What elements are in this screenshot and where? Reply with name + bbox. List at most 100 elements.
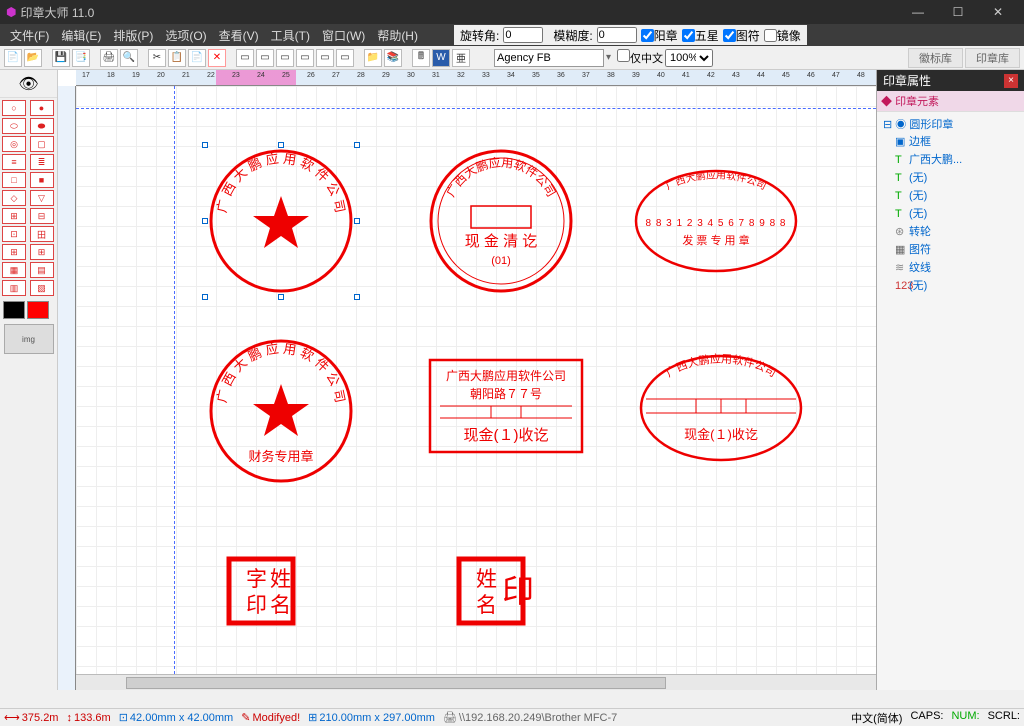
pal-layout3[interactable]: ▥ (2, 280, 26, 296)
pal-layout4[interactable]: ▧ (30, 280, 54, 296)
tb-align3-icon[interactable]: ▭ (276, 49, 294, 67)
tree-item[interactable]: 转轮 (909, 226, 931, 238)
menu-help[interactable]: 帮助(H) (371, 25, 424, 46)
pal-layout1[interactable]: ▦ (2, 262, 26, 278)
pal-grid1[interactable]: ⊞ (2, 208, 26, 224)
stamp-round-2[interactable]: 广西大鹏应用软件公司 现 金 清 讫 (01) (426, 146, 576, 296)
pal-grid3[interactable]: ⊡ (2, 226, 26, 242)
status-lang[interactable]: 中文(简体) (851, 710, 902, 726)
tb-word-icon[interactable]: W (432, 49, 450, 67)
menu-file[interactable]: 文件(F) (4, 25, 55, 46)
cb-mirror[interactable]: 镜像 (764, 27, 801, 44)
tree-item[interactable]: 边框 (909, 136, 931, 148)
tb-calc-icon[interactable]: 🖩 (412, 49, 430, 67)
tb-copy-icon[interactable]: 📋 (168, 49, 186, 67)
tb-lib-icon[interactable]: 📚 (384, 49, 402, 67)
pal-double-circle[interactable]: ◎ (2, 136, 26, 152)
menu-window[interactable]: 窗口(W) (316, 25, 371, 46)
cb-graphic[interactable]: 图符 (723, 27, 760, 44)
pal-grid4[interactable]: 田 (30, 226, 54, 242)
tb-folder-icon[interactable]: 📁 (364, 49, 382, 67)
pal-diamond[interactable]: ◇ (2, 190, 26, 206)
tree-item[interactable]: (无) (909, 172, 927, 184)
pal-grid2[interactable]: ⊟ (30, 208, 54, 224)
tree-item[interactable]: (无) (909, 280, 927, 292)
horizontal-ruler[interactable]: 1718192021222324252627282930313233343536… (76, 70, 876, 86)
zoom-select[interactable]: 100% (665, 49, 713, 67)
tb-align6-icon[interactable]: ▭ (336, 49, 354, 67)
stamp-oval-1[interactable]: 广西大鹏应用软件公司 8 8 3 1 2 3 4 5 6 7 8 9 8 8 发… (631, 166, 801, 276)
pal-square[interactable]: □ (2, 172, 26, 188)
status-pagesize: ⊞ 210.00mm x 297.00mm (308, 711, 435, 724)
horizontal-scrollbar[interactable] (76, 674, 876, 690)
tb-save-icon[interactable]: 💾 (52, 49, 70, 67)
cb-cnonly[interactable]: 仅中文 (617, 49, 663, 66)
menu-tools[interactable]: 工具(T) (265, 25, 316, 46)
canvas-area[interactable]: 1718192021222324252627282930313233343536… (58, 70, 876, 690)
tb-align5-icon[interactable]: ▭ (316, 49, 334, 67)
stamp-round-3[interactable]: 广 西 大 鹏 应 用 软 件 公 司 财务专用章 (206, 336, 356, 486)
stamp-round-1[interactable]: 广 西 大 鹏 应 用 软 件 公 司 (206, 146, 356, 296)
tb-paste-icon[interactable]: 📄 (188, 49, 206, 67)
status-width: ⟷ 375.2m (4, 711, 58, 724)
stamp-rect-1[interactable]: 广西大鹏应用软件公司 朝阳路７７号 现金(１)收讫 (426, 356, 586, 456)
pal-layout2[interactable]: ▤ (30, 262, 54, 278)
tb-delete-icon[interactable]: ✕ (208, 49, 226, 67)
stamp-square-2[interactable]: 姓 名 印 (456, 556, 526, 626)
pal-circle-fill[interactable]: ● (30, 100, 54, 116)
pal-lines2[interactable]: ≣ (30, 154, 54, 170)
document-canvas[interactable]: 广 西 大 鹏 应 用 软 件 公 司 广西大鹏应用软件公司 现 金 清 讫 (76, 86, 876, 674)
cb-star[interactable]: 五星 (682, 27, 719, 44)
tree-item[interactable]: (无) (909, 208, 927, 220)
close-button[interactable]: ✕ (978, 0, 1018, 24)
guide-horizontal[interactable] (76, 108, 876, 109)
tb-char-icon[interactable]: 亜 (452, 49, 470, 67)
element-tree[interactable]: ⊟ ◉ 圆形印章 ▣边框 T广西大鹏... T(无) T(无) T(无) ⊛转轮… (877, 112, 1024, 298)
cb-yang[interactable]: 阳章 (641, 27, 678, 44)
tree-root[interactable]: 圆形印章 (909, 119, 953, 131)
pal-rounded[interactable]: ▢ (30, 136, 54, 152)
tb-new-icon[interactable]: 📄 (4, 49, 22, 67)
tb-preview-icon[interactable]: 🔍 (120, 49, 138, 67)
pal-triangle[interactable]: ▽ (30, 190, 54, 206)
pal-oval-fill[interactable]: ⬬ (30, 118, 54, 134)
blur-input[interactable] (597, 27, 637, 43)
minimize-button[interactable]: — (898, 0, 938, 24)
font-select[interactable] (494, 49, 604, 67)
tb-cut-icon[interactable]: ✂ (148, 49, 166, 67)
menu-options[interactable]: 选项(O) (159, 25, 212, 46)
pal-grid5[interactable]: ⊞ (2, 244, 26, 260)
pal-lines1[interactable]: ≡ (2, 154, 26, 170)
pal-circle-outline[interactable]: ○ (2, 100, 26, 116)
color-red[interactable] (27, 301, 49, 319)
tb-open-icon[interactable]: 📂 (24, 49, 42, 67)
menu-view[interactable]: 查看(V) (213, 25, 265, 46)
menu-edit[interactable]: 编辑(E) (55, 25, 107, 46)
guide-vertical[interactable] (174, 86, 175, 674)
tree-item[interactable]: 图符 (909, 244, 931, 256)
pal-grid6[interactable]: ⊞ (30, 244, 54, 260)
props-close-icon[interactable]: × (1004, 74, 1018, 88)
pal-square-fill[interactable]: ■ (30, 172, 54, 188)
stamp-oval-2[interactable]: 广西大鹏应用软件公司 现金(１)收讫 (636, 351, 806, 466)
menu-layout[interactable]: 排版(P) (107, 25, 159, 46)
tb-align4-icon[interactable]: ▭ (296, 49, 314, 67)
tree-item[interactable]: (无) (909, 190, 927, 202)
tree-item[interactable]: 广西大鹏... (909, 154, 962, 166)
tb-align1-icon[interactable]: ▭ (236, 49, 254, 67)
color-black[interactable] (3, 301, 25, 319)
scrollbar-thumb[interactable] (126, 677, 666, 689)
tab-logo-lib[interactable]: 徽标库 (908, 48, 963, 68)
vertical-ruler[interactable] (58, 86, 76, 690)
tb-align2-icon[interactable]: ▭ (256, 49, 274, 67)
tb-saveas-icon[interactable]: 📑 (72, 49, 90, 67)
tb-print-icon[interactable]: 🖨 (100, 49, 118, 67)
eye-icon[interactable]: 👁 (0, 70, 57, 98)
stamp-square-1[interactable]: 字姓 印名 (226, 556, 296, 626)
pal-oval-outline[interactable]: ⬭ (2, 118, 26, 134)
props-title: 印章属性 (883, 72, 931, 89)
maximize-button[interactable]: ☐ (938, 0, 978, 24)
rotate-input[interactable] (503, 27, 543, 43)
tree-item[interactable]: 纹线 (909, 262, 931, 274)
tab-stamp-lib[interactable]: 印章库 (965, 48, 1020, 68)
